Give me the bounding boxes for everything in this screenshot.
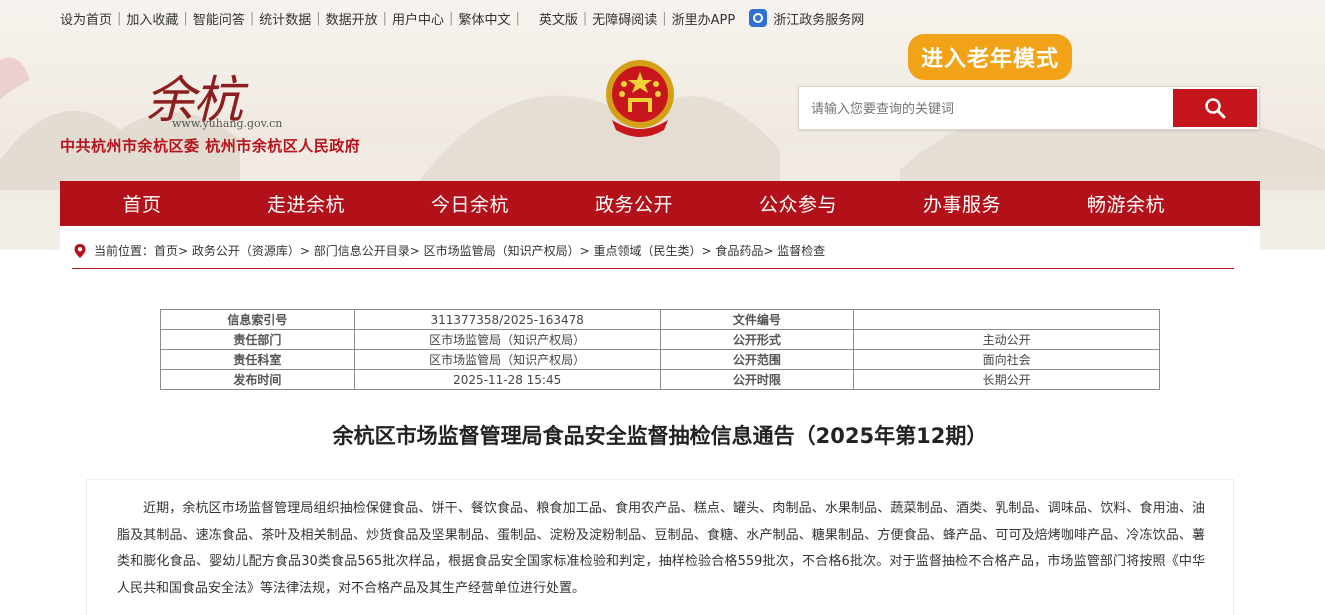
- table-row: 发布时间 2025-11-28 15:45 公开时限 长期公开: [160, 369, 1160, 390]
- table-value: 区市场监管局（知识产权局）: [353, 329, 661, 350]
- table-key: 发布时间: [160, 369, 355, 390]
- nav-item-tourism[interactable]: 畅游余杭: [1044, 181, 1208, 226]
- search-box: [798, 86, 1260, 130]
- english-version-link[interactable]: 英文版: [539, 9, 578, 28]
- smart-qa-link[interactable]: 智能问答: [193, 9, 245, 28]
- table-value: 面向社会: [853, 349, 1160, 370]
- table-key: 公开时限: [659, 369, 855, 390]
- zhejiang-service-link[interactable]: 浙江政务服务网: [773, 9, 864, 28]
- top-utility-bar: 设为首页 | 加入收藏 | 智能问答 | 统计数据 | 数据开放 | 用户中心 | 繁体中文…: [60, 9, 865, 28]
- article-title: 余杭区市场监督管理局食品安全监督抽检信息通告（2025年第12期）: [332, 424, 988, 448]
- divider: [72, 268, 1234, 269]
- user-center-link[interactable]: 用户中心: [392, 9, 444, 28]
- table-value: 主动公开: [853, 329, 1160, 350]
- table-key: 文件编号: [659, 309, 855, 330]
- statistics-link[interactable]: 统计数据: [259, 9, 311, 28]
- main-content: 当前位置：首页> 政务公开（资源库）> 部门信息公开目录> 区市场监管局（知识产…: [60, 226, 1260, 615]
- table-row: 信息索引号 311377358/2025-163478 文件编号: [160, 309, 1160, 330]
- table-key: 公开形式: [659, 329, 855, 350]
- nav-item-public-participation[interactable]: 公众参与: [716, 181, 880, 226]
- search-icon: [1205, 98, 1226, 119]
- table-value: 长期公开: [853, 369, 1160, 390]
- table-value: 311377358/2025-163478: [353, 309, 661, 330]
- table-value: 区市场监管局（知识产权局）: [353, 349, 661, 370]
- table-key: 责任部门: [160, 329, 355, 350]
- zhejiang-service-icon: [749, 9, 768, 27]
- article-body: 近期，余杭区市场监督管理局组织抽检保健食品、饼干、餐饮食品、粮食加工品、食用农产…: [86, 479, 1234, 615]
- table-key: 责任科室: [160, 349, 355, 370]
- nav-item-about[interactable]: 走进余杭: [224, 181, 388, 226]
- nav-item-home[interactable]: 首页: [60, 181, 224, 226]
- nav-item-services[interactable]: 办事服务: [880, 181, 1044, 226]
- table-key: 信息索引号: [160, 309, 355, 330]
- table-key: 公开范围: [659, 349, 855, 370]
- breadcrumb: 当前位置：首页> 政务公开（资源库）> 部门信息公开目录> 区市场监管局（知识产…: [72, 242, 825, 259]
- breadcrumb-text[interactable]: 当前位置：首页> 政务公开（资源库）> 部门信息公开目录> 区市场监管局（知识产…: [94, 242, 825, 259]
- zheliban-app-link[interactable]: 浙里办APP: [672, 9, 736, 28]
- add-favorite-link[interactable]: 加入收藏: [126, 9, 178, 28]
- open-data-link[interactable]: 数据开放: [326, 9, 378, 28]
- location-icon: [74, 243, 86, 258]
- traditional-chinese-link[interactable]: 繁体中文: [458, 9, 510, 28]
- set-homepage-link[interactable]: 设为首页: [60, 9, 112, 28]
- nav-item-today[interactable]: 今日余杭: [388, 181, 552, 226]
- table-row: 责任科室 区市场监管局（知识产权局） 公开范围 面向社会: [160, 349, 1160, 370]
- table-row: 责任部门 区市场监管局（知识产权局） 公开形式 主动公开: [160, 329, 1160, 350]
- nav-item-gov-affairs[interactable]: 政务公开: [552, 181, 716, 226]
- search-button[interactable]: [1173, 89, 1257, 127]
- table-value: [853, 309, 1160, 330]
- national-emblem-icon: [606, 60, 674, 137]
- info-table: 信息索引号 311377358/2025-163478 文件编号 责任部门 区市…: [160, 309, 1160, 390]
- logo-url: www.yuhang.gov.cn: [172, 117, 283, 130]
- search-input[interactable]: [811, 97, 1151, 119]
- accessibility-link[interactable]: 无障碍阅读: [592, 9, 657, 28]
- site-name: 中共杭州市余杭区委 杭州市余杭区人民政府: [60, 137, 361, 155]
- table-value: 2025-11-28 15:45: [353, 369, 661, 390]
- elder-mode-button[interactable]: 进入老年模式: [908, 34, 1072, 80]
- main-navigation: 首页 走进余杭 今日余杭 政务公开 公众参与 办事服务 畅游余杭: [60, 181, 1260, 226]
